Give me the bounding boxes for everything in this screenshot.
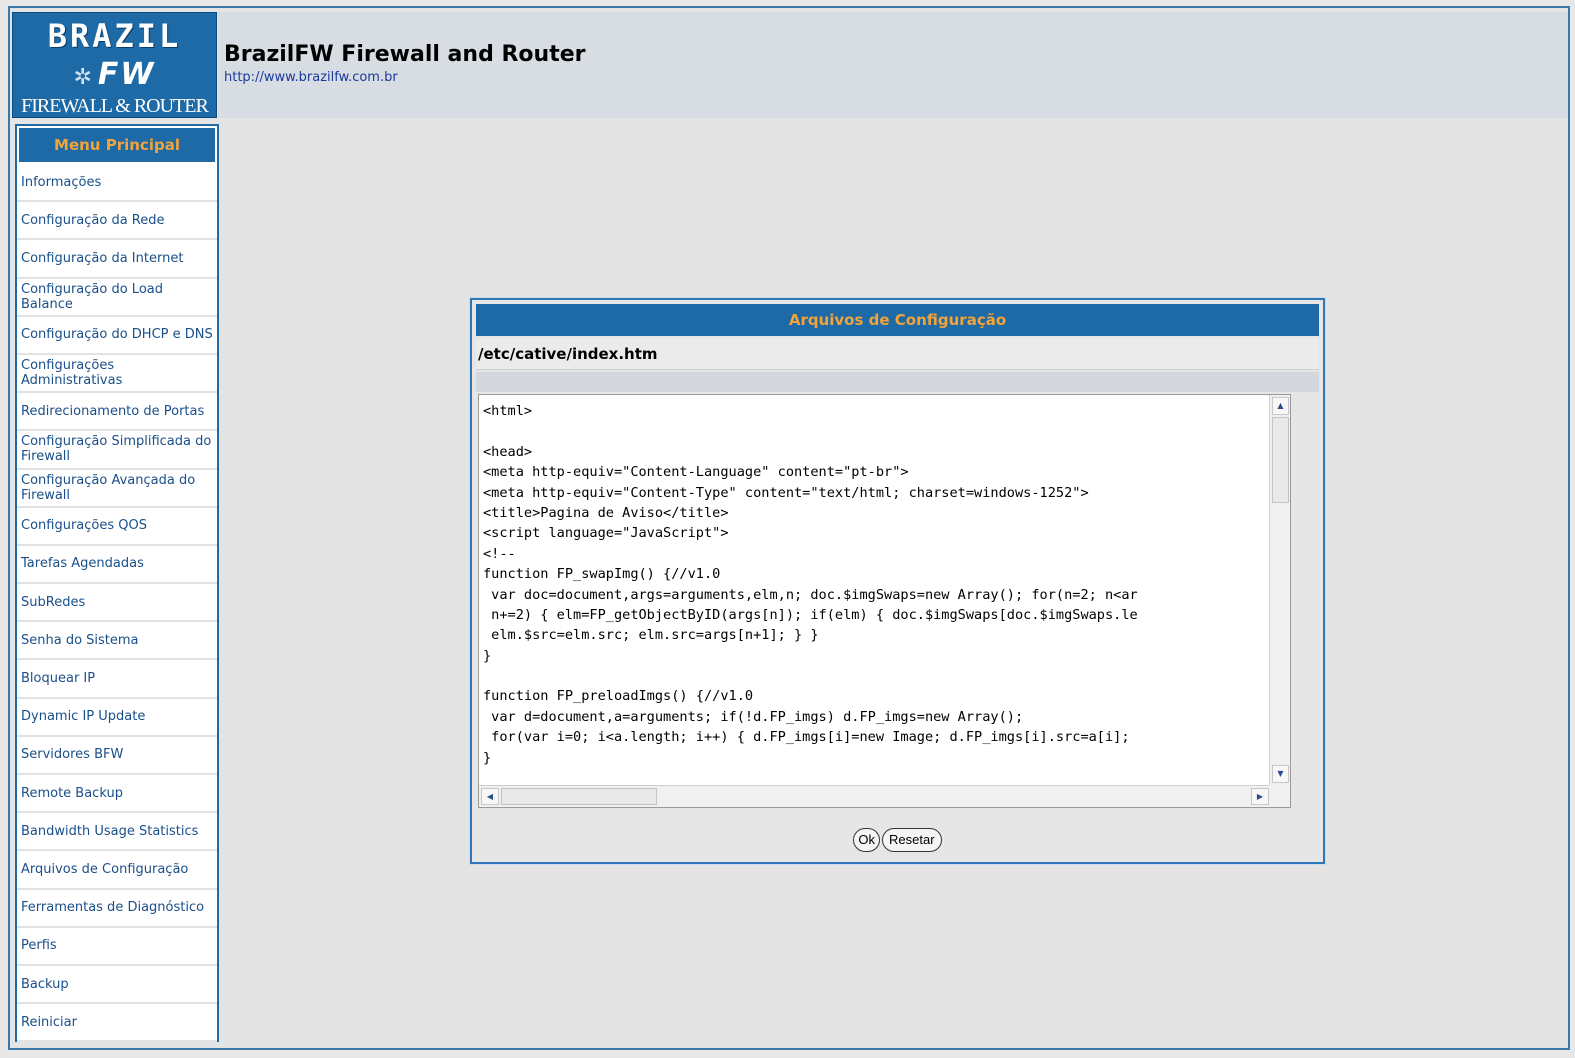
scroll-up-icon[interactable]: ▲ [1272, 397, 1289, 415]
sidebar-item-label: Redirecionamento de Portas [21, 403, 205, 419]
vertical-scroll-thumb[interactable] [1272, 417, 1289, 503]
sidebar-item-label: Configuração da Internet [21, 250, 184, 266]
sidebar-item[interactable]: Perfis [17, 928, 217, 966]
logo-line-fw: ✲ FW [13, 57, 216, 92]
app-title: BrazilFW Firewall and Router [224, 42, 586, 67]
sidebar-item-label: SubRedes [21, 594, 86, 610]
sidebar-item-label: Ferramentas de Diagnóstico [21, 900, 205, 916]
divider-strip [476, 372, 1319, 392]
code-line: elm.$src=elm.src; elm.src=args[n+1]; } } [483, 627, 819, 644]
sidebar-item-label: Dynamic IP Update [21, 709, 146, 725]
code-line: n+=2) { elm=FP_getObjectByID(args[n]); i… [483, 606, 1138, 623]
dialog-buttons: Ok Resetar [472, 828, 1323, 858]
paw-icon: ✲ [73, 65, 94, 90]
config-files-dialog: Arquivos de Configuração /etc/cative/ind… [470, 298, 1325, 864]
code-line: for(var i=0; i<a.length; i++) { d.FP_img… [483, 729, 1130, 746]
sidebar-item-label: Remote Backup [21, 785, 123, 801]
vertical-scrollbar[interactable]: ▲ ▼ [1269, 395, 1290, 785]
sidebar-item-label: Backup [21, 976, 69, 992]
sidebar-item-label: Configurações Administrativas [21, 358, 123, 389]
code-content[interactable]: <html> <head> <meta http-equiv="Content-La… [483, 401, 1290, 783]
sidebar-item-label: Arquivos de Configuração [21, 861, 189, 877]
dialog-title: Arquivos de Configuração [476, 304, 1319, 336]
sidebar-item[interactable]: Configuração do DHCP e DNS [17, 317, 217, 355]
scroll-right-icon[interactable]: ▶ [1251, 788, 1269, 805]
sidebar-item[interactable]: Redirecionamento de Portas [17, 393, 217, 432]
sidebar-item[interactable]: Remote Backup [17, 775, 217, 814]
menu-principal-header: Menu Principal [19, 128, 215, 162]
code-line: function FP_preloadImgs() {//v1.0 [483, 688, 754, 705]
file-path-label: /etc/cative/index.htm [476, 338, 1319, 370]
scroll-down-icon[interactable]: ▼ [1272, 765, 1289, 783]
sidebar-item[interactable]: Configuração da Internet [17, 240, 217, 279]
code-line: <title>Pagina de Aviso</title> [483, 504, 729, 521]
sidebar-item-label: Configuração Avançada do Firewall [21, 472, 196, 503]
sidebar-item-label: Tarefas Agendadas [21, 556, 144, 572]
logo-fw-text: FW [97, 57, 156, 92]
code-line: <!-- [483, 545, 516, 562]
scroll-left-icon[interactable]: ◀ [481, 788, 499, 805]
logo-line-firewall-router: FIREWALL & ROUTER [21, 95, 209, 117]
code-line: var doc=document,args=arguments,elm,n; d… [483, 586, 1138, 603]
sidebar-item-label: Bloquear IP [21, 671, 96, 687]
horizontal-scrollbar[interactable]: ◀ ▶ [479, 785, 1290, 807]
sidebar-item[interactable]: Configurações QOS [17, 508, 217, 546]
code-line: } [483, 647, 492, 664]
config-file-textarea[interactable]: <html> <head> <meta http-equiv="Content-La… [478, 394, 1291, 808]
app-url[interactable]: http://www.brazilfw.com.br [224, 70, 398, 85]
sidebar-item-label: Configuração da Rede [21, 212, 165, 228]
sidebar-menu: Menu Principal Informações Configuração d… [15, 124, 219, 1043]
sidebar-item[interactable]: Informações [17, 164, 217, 203]
sidebar-item-label: Informações [21, 174, 102, 190]
sidebar-item[interactable]: Configuração Avançada do Firewall [17, 470, 217, 508]
sidebar-item-label: Configuração do DHCP e DNS [21, 327, 213, 343]
sidebar-item[interactable]: Configuração da Rede [17, 202, 217, 241]
sidebar-item[interactable]: Senha do Sistema [17, 622, 217, 661]
sidebar-item[interactable]: Bloquear IP [17, 660, 217, 699]
horizontal-scroll-thumb[interactable] [501, 788, 657, 805]
sidebar-item-label: Configuração do Load Balance [21, 281, 163, 312]
sidebar-item[interactable]: Backup [17, 966, 217, 1005]
sidebar-item[interactable]: Configurações Administrativas [17, 355, 217, 394]
sidebar-item-label: Senha do Sistema [21, 632, 139, 648]
sidebar-item[interactable]: Dynamic IP Update [17, 699, 217, 737]
sidebar-item-label: Configuração Simplificada do Firewall [21, 434, 212, 465]
sidebar-item[interactable]: Arquivos de Configuração [17, 851, 217, 890]
code-line: <meta http-equiv="Content-Language" cont… [483, 464, 909, 481]
logo-line-brazil: BRAZIL [47, 17, 182, 55]
sidebar-item-label: Reiniciar [21, 1014, 77, 1030]
brazilfw-logo: BRAZIL ✲ FW FIREWALL & ROUTER [12, 12, 217, 118]
sidebar-item-label: Servidores BFW [21, 747, 124, 763]
menu-items: Informações Configuração da Rede Configura… [17, 164, 217, 1043]
code-line: } [483, 749, 492, 766]
code-line: <script language="JavaScript"> [483, 525, 729, 542]
header-bar: BrazilFW Firewall and Router http://www.… [218, 12, 1568, 118]
code-line: <html> [483, 403, 533, 419]
sidebar-item-label: Configurações QOS [21, 518, 147, 534]
sidebar-item[interactable]: Ferramentas de Diagnóstico [17, 890, 217, 928]
sidebar-item[interactable]: Bandwidth Usage Statistics [17, 813, 217, 852]
sidebar-item[interactable]: Configuração Simplificada do Firewall [17, 431, 217, 470]
sidebar-item[interactable]: Reiniciar [17, 1004, 217, 1043]
sidebar-item[interactable]: Servidores BFW [17, 737, 217, 775]
code-line: <meta http-equiv="Content-Type" content=… [483, 484, 1089, 501]
scroll-corner [1269, 785, 1290, 807]
code-line: <head> [483, 443, 533, 460]
sidebar-item-label: Bandwidth Usage Statistics [21, 823, 199, 839]
sidebar-item[interactable]: Configuração do Load Balance [17, 279, 217, 317]
sidebar-item[interactable]: Tarefas Agendadas [17, 546, 217, 585]
ok-button[interactable]: Ok [853, 828, 881, 852]
sidebar-item[interactable]: SubRedes [17, 584, 217, 623]
sidebar-item-label: Perfis [21, 938, 57, 954]
reset-button[interactable]: Resetar [882, 828, 942, 852]
code-line: function FP_swapImg() {//v1.0 [483, 566, 721, 583]
code-line: var d=document,a=arguments; if(!d.FP_img… [483, 708, 1024, 725]
